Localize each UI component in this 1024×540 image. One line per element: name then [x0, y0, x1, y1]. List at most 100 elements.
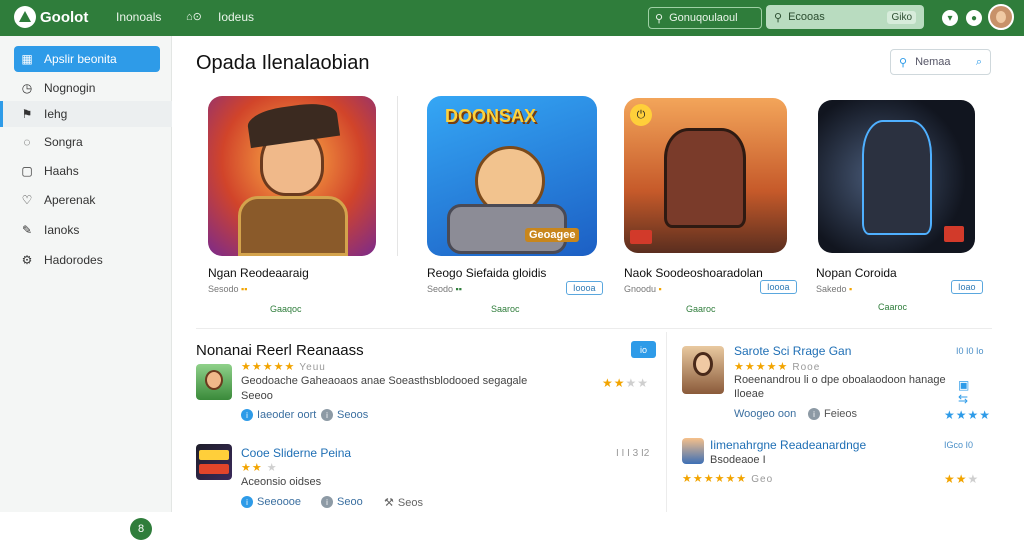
section-title: Nonanai Reerl Reanaass	[196, 342, 364, 359]
floating-action-button[interactable]: 8	[130, 518, 152, 540]
clock-icon: ◷	[21, 81, 33, 95]
section-badge[interactable]: io	[631, 341, 656, 358]
brand-logo[interactable]: Goolot	[14, 6, 88, 28]
sidebar-item-0[interactable]: ▦ Apslir beonita	[14, 46, 160, 72]
info-icon: i	[808, 408, 820, 420]
tag-chip[interactable]: i Seeoooe	[241, 496, 301, 508]
edit-icon: ✎	[21, 223, 33, 237]
item-description: Roeenandrou li o dpe oboalaodoon hanage	[734, 374, 946, 386]
rating-label: I I I 3 I2	[616, 448, 650, 459]
get-button[interactable]: Ioooa	[760, 280, 797, 294]
nav-link-2[interactable]: Iodeus	[218, 10, 254, 24]
game-title: Reogo Siefaida gloidis	[427, 266, 547, 280]
sidebar-item-label: Hadorodes	[44, 253, 103, 267]
game-title: Ngan Reodeaaraig	[208, 266, 309, 280]
sidebar-item-1[interactable]: ◷ Nognogin	[14, 75, 160, 101]
tag-chip[interactable]: i Seoos	[321, 409, 368, 421]
game-title: Nopan Coroida	[816, 266, 897, 280]
divider	[397, 96, 398, 256]
sidebar-item-4[interactable]: ▢ Haahs	[14, 158, 160, 184]
nav-link-1[interactable]: Inonoals	[116, 10, 161, 24]
install-label[interactable]: Gaaqoc	[270, 304, 302, 314]
user-avatar[interactable]	[988, 4, 1014, 30]
search-icon: ⚲	[655, 12, 664, 25]
heart-icon: ♡	[21, 193, 33, 207]
game-art	[818, 100, 975, 253]
featured-card[interactable]: Nopan Coroida Sakedo ▪ Ioao Caaroc	[816, 100, 983, 312]
search-input[interactable]: ⚲ Nemaa ⌕	[890, 49, 991, 75]
sidebar-item-label: Aperenak	[44, 193, 96, 207]
rating-stars: ★★★	[944, 472, 980, 486]
item-title[interactable]: Cooe Sliderne Peina	[241, 446, 351, 460]
item-subtitle: Iloeae	[734, 388, 764, 400]
search-submit-icon[interactable]: ⌕	[976, 56, 982, 69]
tag-chip[interactable]: ⚒ Seos	[384, 496, 423, 510]
flag-icon: ⚑	[21, 107, 33, 121]
share-icon[interactable]: ▣ ⇆	[958, 378, 969, 406]
sidebar-item-label: Haahs	[44, 164, 79, 178]
grid-icon: ▦	[21, 52, 33, 66]
game-thumbnail	[682, 346, 724, 394]
star-rating: ★★★★★★ Geo	[682, 473, 774, 485]
notification-icon[interactable]: ▾	[942, 10, 958, 26]
info-icon: i	[321, 496, 333, 508]
tag-chip[interactable]: i Feieos	[808, 408, 857, 420]
game-thumbnail	[196, 364, 232, 400]
tag-label: Seeoooe	[257, 496, 302, 508]
document-icon: ▢	[21, 164, 33, 178]
install-label[interactable]: Saaroc	[491, 304, 520, 314]
sidebar-item-label: Songra	[44, 135, 83, 149]
top-bar: Goolot Inonoals ⌂⊙ Iodeus ⚲ Gonuqoulaoul…	[0, 0, 1024, 36]
game-art-badge: Geoagee	[525, 228, 580, 242]
tag-chip[interactable]: Woogeo oon	[734, 408, 796, 420]
search-icon: ⚲	[774, 11, 783, 24]
brand-mark-icon	[14, 6, 36, 28]
info-icon: i	[241, 409, 253, 421]
tag-chip[interactable]: i Seoo	[321, 496, 363, 508]
featured-card[interactable]: DOONSAX Geoagee Reogo Siefaida gloidis S…	[427, 96, 603, 314]
top-search-field[interactable]: ⚲ Ecooas Giko	[766, 5, 924, 29]
tag-label: Seoo	[337, 496, 363, 508]
sidebar-item-2[interactable]: ⚑ Iehg	[0, 101, 172, 127]
top-search-text: Gonuqoulaoul	[669, 12, 738, 24]
get-button[interactable]: Ioooa	[566, 281, 603, 295]
install-label[interactable]: Gaaroc	[686, 304, 716, 314]
chat-icon: ◌	[23, 135, 31, 149]
tag-label: Seoos	[337, 409, 369, 421]
item-title[interactable]: Iimenahrgne Readeanardnge	[710, 438, 866, 452]
game-art: ⏻	[624, 98, 787, 253]
sidebar-item-5[interactable]: ♡ Aperenak	[14, 187, 160, 213]
game-art	[208, 96, 376, 256]
star-rating: ★★ ★	[241, 462, 278, 474]
divider	[666, 332, 667, 512]
featured-card[interactable]: ⏻ Naok Soodeoshoaradolan Gnoodu ▪ Ioooa …	[624, 98, 797, 314]
game-meta: Sakedo ▪	[816, 284, 853, 294]
tag-chip[interactable]: i Iaeoder oort	[241, 409, 316, 421]
top-search-input[interactable]: ⚲ Gonuqoulaoul	[648, 7, 762, 29]
game-meta: Sesodo ▪▪	[208, 284, 248, 294]
install-label[interactable]: Caaroc	[878, 302, 907, 312]
featured-card[interactable]: Ngan Reodeaaraig Sesodo ▪▪ Gaaqoc	[208, 96, 376, 314]
game-art: DOONSAX Geoagee	[427, 96, 597, 256]
game-meta: Gnoodu ▪	[624, 284, 662, 294]
home-icon[interactable]: ⌂⊙	[186, 10, 202, 23]
item-title[interactable]: Sarote Sci Rrage Gan	[734, 344, 851, 358]
get-button[interactable]: Ioao	[951, 280, 983, 294]
tag-label: Woogeo oon	[734, 408, 797, 420]
info-icon: i	[241, 496, 253, 508]
item-subtitle: Seeoo	[241, 390, 273, 402]
game-meta: Seodo ▪▪	[427, 284, 462, 294]
sidebar-item-3[interactable]: ◌ Songra	[14, 129, 160, 155]
messages-icon[interactable]: ●	[966, 10, 982, 26]
star-rating: ★★★★★ Yeuu	[241, 361, 326, 373]
game-title: Naok Soodeoshoaradolan	[624, 266, 763, 280]
sidebar-item-7[interactable]: ⚙ Hadorodes	[14, 247, 160, 273]
item-note: IGco I0	[944, 440, 974, 450]
top-search-field-text: Ecooas	[788, 11, 825, 23]
sidebar-item-6[interactable]: ✎ Ianoks	[14, 217, 160, 243]
sidebar-item-label: Ianoks	[44, 223, 80, 237]
divider	[196, 328, 992, 329]
tag-label: Seos	[397, 496, 423, 509]
search-icon: ⚲	[899, 56, 908, 69]
settings-icon: ⚙	[21, 253, 33, 267]
